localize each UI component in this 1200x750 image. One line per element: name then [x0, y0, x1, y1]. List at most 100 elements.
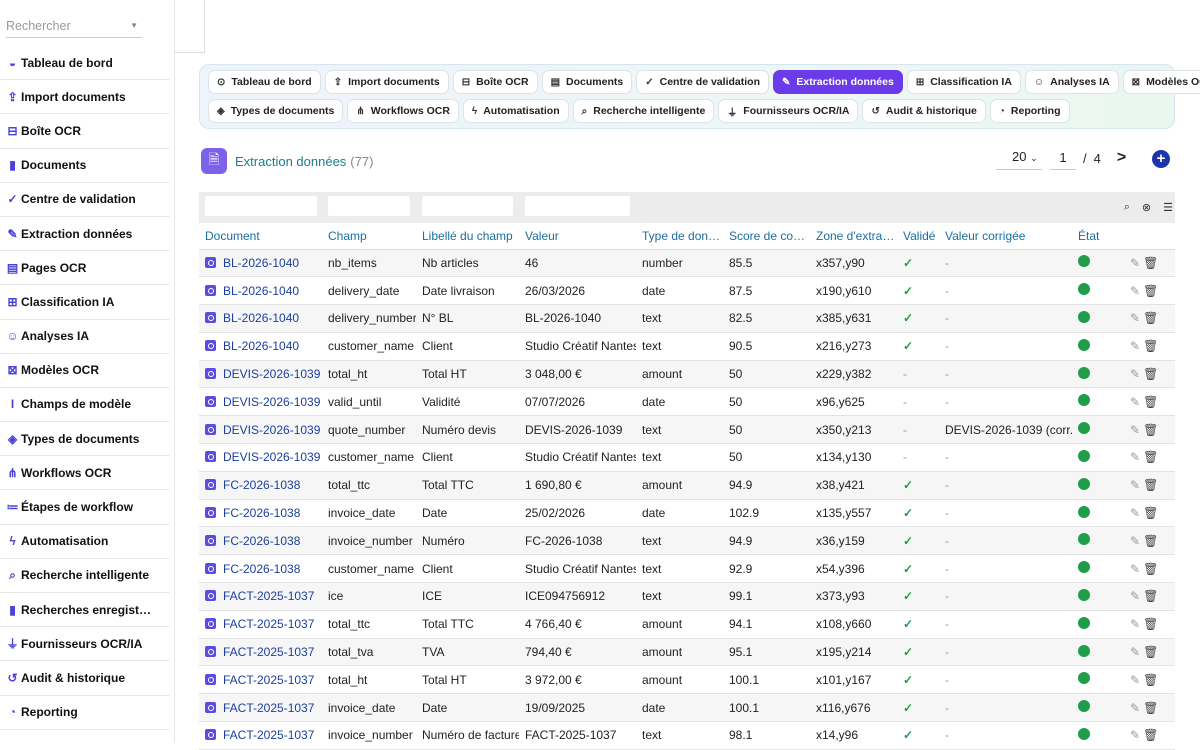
tab-analyses-ia[interactable]: ☺ Analyses IA — [1024, 70, 1119, 94]
column-header[interactable] — [1124, 223, 1175, 250]
table-row[interactable]: FACT-2025-1037 invoice_number Numéro de fa… — [199, 721, 1175, 750]
chevron-down-icon[interactable]: ▼ — [130, 14, 138, 38]
document-link[interactable]: FACT-2025-1037 — [205, 589, 314, 603]
document-cell[interactable]: FACT-2025-1037 — [199, 693, 322, 723]
tab-fournisseurs-ocr-ia[interactable]: ⏚ Fournisseurs OCR/IA — [718, 99, 859, 123]
document-link[interactable]: FC-2026-1038 — [205, 562, 300, 576]
column-header[interactable]: Valeur corrigée — [939, 223, 1072, 250]
trash-icon[interactable]: 🗑 — [1143, 311, 1158, 325]
sidebar-item-pages-ocr[interactable]: ▤ Pages OCR — [0, 251, 170, 286]
sidebar-item-boîte-ocr[interactable]: ⊟ Boîte OCR — [0, 114, 170, 149]
table-row[interactable]: FACT-2025-1037 total_ht Total HT 3 972,00 €… — [199, 665, 1175, 695]
tab-audit-historique[interactable]: ↺ Audit & historique — [862, 99, 986, 123]
document-cell[interactable]: BL-2026-1040 — [199, 249, 322, 278]
filter-valeur-input[interactable] — [525, 196, 630, 216]
document-link[interactable]: FC-2026-1038 — [205, 534, 300, 548]
sidebar-item-extraction-données[interactable]: ✎ Extraction données — [0, 217, 170, 252]
clear-filter-icon[interactable]: ⊗ — [1142, 201, 1151, 214]
trash-icon[interactable]: 🗑 — [1143, 534, 1158, 548]
table-row[interactable]: FC-2026-1038 customer_name Client Studio Cr… — [199, 554, 1175, 584]
trash-icon[interactable]: 🗑 — [1143, 284, 1158, 298]
trash-icon[interactable]: 🗑 — [1143, 701, 1158, 715]
table-row[interactable]: DEVIS-2026-1039 quote_number Numéro devis D… — [199, 415, 1175, 445]
sidebar-item-recherche-intelligente[interactable]: ⌕ Recherche intelligente — [0, 559, 170, 593]
edit-pencil-icon[interactable]: ✎ — [1130, 728, 1140, 742]
document-link[interactable]: BL-2026-1040 — [205, 256, 299, 270]
tab-modèles-ocr[interactable]: ⊠ Modèles OCR — [1122, 70, 1200, 94]
column-header[interactable]: État — [1072, 223, 1124, 250]
document-cell[interactable]: FACT-2025-1037 — [199, 665, 322, 695]
sidebar-item-classification-ia[interactable]: ⊞ Classification IA — [0, 285, 170, 320]
trash-icon[interactable]: 🗑 — [1143, 617, 1158, 631]
document-link[interactable]: DEVIS-2026-1039 — [205, 450, 320, 464]
edit-pencil-icon[interactable]: ✎ — [1130, 589, 1140, 603]
column-header[interactable]: Valeur — [519, 223, 636, 250]
trash-icon[interactable]: 🗑 — [1143, 450, 1158, 464]
sidebar-item-reporting[interactable]: ◔ Reporting — [0, 696, 170, 730]
document-cell[interactable]: BL-2026-1040 — [199, 304, 322, 333]
sidebar-item-documents[interactable]: ▮ Documents — [0, 149, 170, 183]
trash-icon[interactable]: 🗑 — [1143, 256, 1158, 270]
document-cell[interactable]: FACT-2025-1037 — [199, 610, 322, 639]
edit-pencil-icon[interactable]: ✎ — [1130, 367, 1140, 381]
tab-documents[interactable]: ▤ Documents — [541, 70, 633, 94]
tab-boîte-ocr[interactable]: ⊟ Boîte OCR — [452, 70, 538, 94]
tab-automatisation[interactable]: ϟ Automatisation — [462, 99, 569, 123]
search-input[interactable]: Rechercher ▼ — [6, 14, 142, 38]
document-link[interactable]: BL-2026-1040 — [205, 311, 299, 325]
table-row[interactable]: DEVIS-2026-1039 total_ht Total HT 3 048,00 … — [199, 360, 1175, 389]
add-button[interactable]: + — [1152, 150, 1170, 168]
trash-icon[interactable]: 🗑 — [1143, 506, 1158, 520]
edit-pencil-icon[interactable]: ✎ — [1130, 562, 1140, 576]
table-row[interactable]: FACT-2025-1037 ice ICE ICE094756912 text 99.1… — [199, 582, 1175, 611]
edit-pencil-icon[interactable]: ✎ — [1130, 311, 1140, 325]
table-row[interactable]: BL-2026-1040 customer_name Client Studio Cr… — [199, 332, 1175, 361]
edit-pencil-icon[interactable]: ✎ — [1130, 534, 1140, 548]
document-cell[interactable]: FC-2026-1038 — [199, 526, 322, 556]
column-header[interactable]: Libellé du champ — [416, 223, 519, 250]
sidebar-item-analyses-ia[interactable]: ☺ Analyses IA — [0, 320, 170, 354]
table-row[interactable]: FACT-2025-1037 total_tva TVA 794,40 € amount… — [199, 638, 1175, 667]
document-cell[interactable]: DEVIS-2026-1039 — [199, 415, 322, 445]
sidebar-item-fournisseurs-ocr-ia[interactable]: ⏚ Fournisseurs OCR/IA — [0, 627, 170, 662]
filter-libelle-input[interactable] — [422, 196, 513, 216]
tab-recherche-intelligente[interactable]: ⌕ Recherche intelligente — [572, 99, 715, 123]
column-header[interactable]: Score de co… — [723, 223, 810, 250]
edit-pencil-icon[interactable]: ✎ — [1130, 256, 1140, 270]
sidebar-item-champs-de-modèle[interactable]: I Champs de modèle — [0, 388, 170, 423]
tab-import-documents[interactable]: ⇪ Import documents — [324, 70, 449, 94]
column-header[interactable]: Validé — [897, 223, 939, 250]
table-row[interactable]: FC-2026-1038 invoice_number Numéro FC-2026-… — [199, 526, 1175, 556]
edit-pencil-icon[interactable]: ✎ — [1130, 284, 1140, 298]
document-cell[interactable]: FC-2026-1038 — [199, 554, 322, 584]
table-row[interactable]: BL-2026-1040 nb_items Nb articles 46 number 8… — [199, 249, 1175, 278]
sidebar-item-recherches-enregist-[interactable]: ▮ Recherches enregist… — [0, 593, 170, 628]
document-link[interactable]: DEVIS-2026-1039 — [205, 423, 320, 437]
document-link[interactable]: BL-2026-1040 — [205, 284, 299, 298]
document-link[interactable]: DEVIS-2026-1039 — [205, 367, 320, 381]
page-number-input[interactable]: 1 — [1050, 146, 1076, 170]
edit-pencil-icon[interactable]: ✎ — [1130, 450, 1140, 464]
trash-icon[interactable]: 🗑 — [1143, 478, 1158, 492]
table-row[interactable]: BL-2026-1040 delivery_number N° BL BL-2026-… — [199, 304, 1175, 333]
document-cell[interactable]: FC-2026-1038 — [199, 471, 322, 500]
edit-pencil-icon[interactable]: ✎ — [1130, 617, 1140, 631]
sidebar-item-centre-de-validation[interactable]: ✓ Centre de validation — [0, 183, 170, 217]
document-cell[interactable]: BL-2026-1040 — [199, 276, 322, 306]
tab-classification-ia[interactable]: ⊞ Classification IA — [906, 70, 1021, 94]
document-cell[interactable]: FACT-2025-1037 — [199, 638, 322, 667]
trash-icon[interactable]: 🗑 — [1143, 339, 1158, 353]
document-link[interactable]: DEVIS-2026-1039 — [205, 395, 320, 409]
document-link[interactable]: FC-2026-1038 — [205, 478, 300, 492]
table-row[interactable]: FACT-2025-1037 total_ttc Total TTC 4 766,40… — [199, 610, 1175, 639]
table-row[interactable]: FC-2026-1038 invoice_date Date 25/02/2026 da… — [199, 499, 1175, 528]
trash-icon[interactable]: 🗑 — [1143, 589, 1158, 603]
trash-icon[interactable]: 🗑 — [1143, 562, 1158, 576]
document-cell[interactable]: FACT-2025-1037 — [199, 721, 322, 750]
tab-reporting[interactable]: ◔ Reporting — [989, 99, 1070, 123]
document-cell[interactable]: FC-2026-1038 — [199, 499, 322, 528]
edit-pencil-icon[interactable]: ✎ — [1130, 478, 1140, 492]
column-header[interactable]: Champ — [322, 223, 416, 250]
sidebar-item-audit-historique[interactable]: ↺ Audit & historique — [0, 661, 170, 696]
sidebar-item-tableau-de-bord[interactable]: ◒ Tableau de bord — [0, 46, 170, 81]
